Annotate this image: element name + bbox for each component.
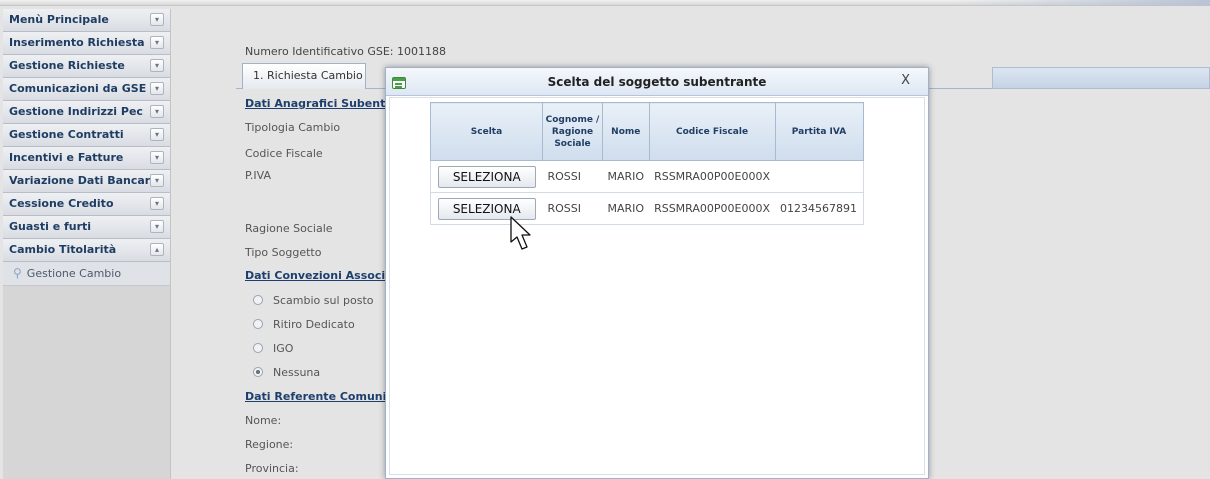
sidebar-item-label: Gestione Richieste [9,59,125,72]
label-nome: Nome: [245,414,282,427]
radio-scambio-sul-posto[interactable]: Scambio sul posto [253,294,374,307]
sidebar-subitem-label: Gestione Cambio [26,267,122,280]
section-dati-convenzioni: Dati Convezioni Associat [245,269,398,282]
cell-partita-iva: 01234567891 [775,192,864,225]
subentrante-table: Scelta Cognome / Ragione Sociale Nome Co… [430,102,864,225]
cell-nome: MARIO [602,160,650,193]
mouse-pointer-icon [510,216,531,250]
chevron-down-icon[interactable]: ▾ [150,82,164,95]
chevron-up-icon[interactable]: ▴ [150,243,164,256]
radio-label: Nessuna [273,366,321,379]
sidebar-item-label: Variazione Dati Bancari [9,174,154,187]
sidebar-item-gestione-richieste[interactable]: Gestione Richieste ▾ [3,55,170,78]
sidebar-item-label: Cambio Titolarità [9,243,117,256]
search-icon: ⚲ [13,266,22,280]
label-ragione-sociale: Ragione Sociale [245,222,333,235]
chevron-down-icon[interactable]: ▾ [150,13,164,26]
radio-icon[interactable] [253,343,263,353]
label-tipo-soggetto: Tipo Soggetto [245,246,322,259]
sidebar-item-variazione-dati-bancari[interactable]: Variazione Dati Bancari ▾ [3,170,170,193]
sidebar-item-cambio-titolarita[interactable]: Cambio Titolarità ▴ [3,239,170,262]
sidebar-item-indirizzi-pec[interactable]: Gestione Indirizzi Pec ▾ [3,101,170,124]
chevron-down-icon[interactable]: ▾ [150,59,164,72]
radio-checked-icon[interactable] [253,367,263,377]
subentrante-dialog: Scelta del soggetto subentrante X Scelta… [385,67,929,479]
sidebar-item-label: Guasti e furti [9,220,92,233]
radio-igo[interactable]: IGO [253,342,293,355]
table-row: SELEZIONA ROSSI MARIO RSSMRA00P00E000X [430,160,864,193]
sidebar-item-menu-principale[interactable]: Menù Principale ▾ [3,9,170,32]
column-header-scelta: Scelta [430,102,543,161]
section-dati-anagrafici: Dati Anagrafici Subentra [245,97,399,110]
sidebar-item-label: Cessione Credito [9,197,114,210]
column-header-nome: Nome [602,102,650,161]
top-strip-decoration [950,0,1210,6]
chevron-down-icon[interactable]: ▾ [150,151,164,164]
radio-nessuna[interactable]: Nessuna [253,366,320,379]
cell-cognome: ROSSI [542,192,603,225]
tab-bar-strip [992,67,1210,89]
cell-codice-fiscale: RSSMRA00P00E000X [649,160,775,193]
sidebar-item-label: Incentivi e Fatture [9,151,124,164]
dialog-body: Scelta Cognome / Ragione Sociale Nome Co… [389,97,925,475]
sidebar-item-label: Gestione Contratti [9,128,124,141]
cell-nome: MARIO [602,192,650,225]
table-row: SELEZIONA ROSSI MARIO RSSMRA00P00E000X 0… [430,192,864,225]
sidebar-item-comunicazioni[interactable]: Comunicazioni da GSE ▾ [3,78,170,101]
radio-label: IGO [273,342,294,355]
dialog-titlebar[interactable]: Scelta del soggetto subentrante X [386,68,928,96]
cell-cognome: ROSSI [542,160,603,193]
chevron-down-icon[interactable]: ▾ [150,197,164,210]
radio-icon[interactable] [253,319,263,329]
dialog-title: Scelta del soggetto subentrante [547,75,767,89]
radio-label: Scambio sul posto [273,294,374,307]
sidebar-item-label: Gestione Indirizzi Pec [9,105,143,118]
table-header-row: Scelta Cognome / Ragione Sociale Nome Co… [430,102,864,161]
section-dati-referente: Dati Referente Comunica [245,390,401,403]
sidebar: Menù Principale ▾ Inserimento Richiesta ▾ … [3,9,171,479]
gse-identifier: Numero Identificativo GSE: 1001188 [245,45,446,58]
column-header-partita-iva: Partita IVA [774,102,864,161]
label-tipologia-cambio: Tipologia Cambio [245,121,341,134]
sidebar-item-cessione-credito[interactable]: Cessione Credito ▾ [3,193,170,216]
cell-scelta: SELEZIONA [430,160,543,193]
sidebar-item-label: Inserimento Richiesta [9,36,145,49]
chevron-down-icon[interactable]: ▾ [150,105,164,118]
sidebar-item-gestione-contratti[interactable]: Gestione Contratti ▾ [3,124,170,147]
chevron-down-icon[interactable]: ▾ [150,220,164,233]
radio-label: Ritiro Dedicato [273,318,355,331]
sidebar-item-guasti-furti[interactable]: Guasti e furti ▾ [3,216,170,239]
cell-partita-iva [775,160,864,193]
sidebar-item-inserimento-richiesta[interactable]: Inserimento Richiesta ▾ [3,32,170,55]
close-icon[interactable]: X [901,73,910,88]
chevron-down-icon[interactable]: ▾ [150,128,164,141]
chevron-down-icon[interactable]: ▾ [150,36,164,49]
column-header-codice-fiscale: Codice Fiscale [648,102,776,161]
seleziona-button[interactable]: SELEZIONA [437,165,536,188]
tab-richiesta-cambio[interactable]: 1. Richiesta Cambio [242,63,366,89]
label-provincia: Provincia: [245,462,299,475]
radio-ritiro-dedicato[interactable]: Ritiro Dedicato [253,318,355,331]
label-regione: Regione: [245,438,294,451]
sidebar-item-incentivi-fatture[interactable]: Incentivi e Fatture ▾ [3,147,170,170]
chevron-down-icon[interactable]: ▾ [150,174,164,187]
sidebar-item-label: Menù Principale [9,13,109,26]
label-piva: P.IVA [245,169,272,182]
label-codice-fiscale: Codice Fiscale [245,147,323,160]
sidebar-subitem-gestione-cambio[interactable]: ⚲ Gestione Cambio [3,262,170,286]
column-header-cognome: Cognome / Ragione Sociale [542,102,603,161]
top-strip [0,0,1210,6]
cell-codice-fiscale: RSSMRA00P00E000X [649,192,775,225]
sidebar-item-label: Comunicazioni da GSE [9,82,147,95]
radio-icon[interactable] [253,295,263,305]
